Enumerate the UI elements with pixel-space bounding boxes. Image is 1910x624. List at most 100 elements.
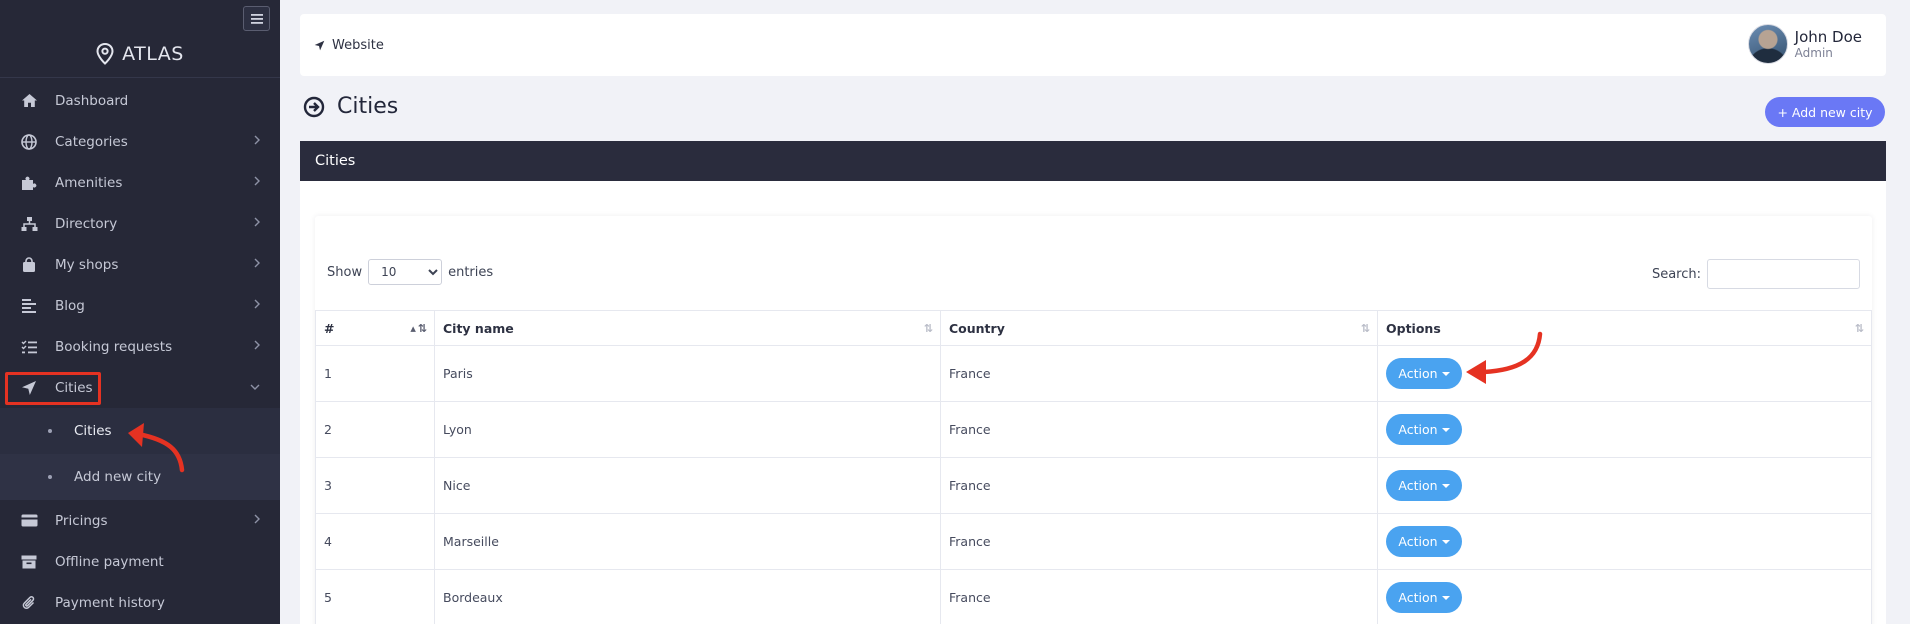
sidebar-item-booking-requests[interactable]: Booking requests (0, 326, 280, 367)
sidebar-item-offline-payment[interactable]: Offline payment (0, 541, 280, 582)
globe-icon (20, 133, 38, 151)
add-new-city-button[interactable]: + Add new city (1765, 97, 1885, 127)
action-dropdown-button[interactable]: Action (1386, 470, 1462, 501)
column-header-label: City name (443, 320, 514, 336)
bullet-icon (48, 475, 52, 479)
sidebar-item-label: Blog (55, 297, 85, 314)
cell-city: Nice (434, 457, 941, 514)
page-title-text: Cities (337, 94, 399, 119)
sidebar-item-blog[interactable]: Blog (0, 285, 280, 326)
sidebar-item-label: Directory (55, 215, 118, 232)
sidebar: ATLAS Dashboard Categories Amenities Dir… (0, 0, 280, 624)
sitemap-icon (20, 215, 38, 233)
submenu-item-label: Add new city (74, 469, 162, 485)
action-label: Action (1398, 534, 1438, 549)
datatable-wrapper: Show 10 entries Search: # ▴ ⇅ City name ⇅ … (315, 216, 1872, 624)
column-header-options[interactable]: Options ⇅ (1377, 310, 1872, 346)
sidebar-item-amenities[interactable]: Amenities (0, 162, 280, 203)
submenu-item-cities[interactable]: Cities (0, 408, 280, 454)
topbar: Website John Doe Admin (300, 14, 1886, 76)
sort-asc-icon: ▴ ⇅ (410, 322, 427, 335)
sidebar-item-pricings[interactable]: Pricings (0, 500, 280, 541)
card-body: Show 10 entries Search: # ▴ ⇅ City name ⇅ … (300, 181, 1886, 624)
website-link[interactable]: Website (314, 38, 384, 53)
sidebar-nav: Dashboard Categories Amenities Directory… (0, 80, 280, 623)
search-label: Search: (1651, 266, 1701, 282)
chevron-right-icon (254, 340, 260, 350)
user-menu[interactable]: John Doe Admin (1747, 24, 1862, 64)
chevron-right-icon (254, 135, 260, 145)
sidebar-item-label: Booking requests (55, 338, 173, 355)
home-icon (20, 92, 38, 110)
sidebar-item-label: Cities (55, 379, 93, 396)
sort-icon: ⇅ (1360, 322, 1370, 335)
avatar[interactable] (1747, 24, 1788, 64)
brand-name: ATLAS (122, 42, 184, 65)
cell-id: 5 (315, 569, 435, 624)
action-label: Action (1398, 590, 1438, 605)
cell-options: Action (1377, 569, 1872, 624)
cell-country: France (940, 513, 1378, 570)
sidebar-item-my-shops[interactable]: My shops (0, 244, 280, 285)
cell-city: Marseille (434, 513, 941, 570)
chevron-right-icon (254, 514, 260, 524)
cell-options: Action (1377, 457, 1872, 514)
cell-id: 3 (315, 457, 435, 514)
table-row: 5 Bordeaux France Action (315, 569, 1872, 624)
action-dropdown-button[interactable]: Action (1386, 526, 1462, 557)
cell-country: France (940, 457, 1378, 514)
sidebar-item-directory[interactable]: Directory (0, 203, 280, 244)
sidebar-item-label: Dashboard (55, 92, 129, 109)
search-input[interactable] (1707, 259, 1860, 289)
bullet-icon (48, 429, 52, 433)
chevron-right-icon (254, 217, 260, 227)
chevron-down-icon (250, 384, 260, 390)
cell-options: Action (1377, 401, 1872, 458)
credit-card-icon (20, 512, 38, 530)
column-header-id[interactable]: # ▴ ⇅ (315, 310, 435, 346)
entries-control: Show 10 entries (327, 259, 493, 285)
table-header-row: # ▴ ⇅ City name ⇅ Country ⇅ Options ⇅ (315, 310, 1872, 346)
submenu-item-add-new-city[interactable]: Add new city (0, 454, 280, 500)
cell-country: France (940, 401, 1378, 458)
cities-submenu: Cities Add new city (0, 408, 280, 500)
sidebar-item-payment-history[interactable]: Payment history (0, 582, 280, 623)
table-row: 4 Marseille France Action (315, 513, 1872, 570)
column-header-city-name[interactable]: City name ⇅ (434, 310, 941, 346)
sidebar-toggle-button[interactable] (243, 6, 270, 31)
website-link-label: Website (332, 38, 384, 53)
user-role: Admin (1794, 45, 1833, 60)
brand-logo[interactable]: ATLAS (0, 30, 280, 78)
chevron-right-icon (254, 258, 260, 268)
sidebar-item-label: Pricings (55, 512, 108, 529)
cities-table: # ▴ ⇅ City name ⇅ Country ⇅ Options ⇅ 1 Pari… (315, 310, 1872, 624)
page-title: Cities (303, 94, 398, 119)
sidebar-item-dashboard[interactable]: Dashboard (0, 80, 280, 121)
column-header-country[interactable]: Country ⇅ (940, 310, 1378, 346)
action-label: Action (1398, 478, 1438, 493)
action-dropdown-button[interactable]: Action (1386, 414, 1462, 445)
submenu-item-label: Cities (74, 423, 112, 439)
caret-down-icon (1441, 427, 1450, 432)
sidebar-item-categories[interactable]: Categories (0, 121, 280, 162)
card-title: Cities (315, 153, 356, 169)
entries-label: entries (448, 264, 494, 280)
cell-country: France (940, 569, 1378, 624)
chevron-right-icon (254, 176, 260, 186)
shopping-bag-icon (20, 256, 38, 274)
hamburger-icon (250, 13, 263, 24)
column-header-label: # (324, 320, 335, 336)
sidebar-item-label: Offline payment (55, 553, 164, 570)
cell-id: 2 (315, 401, 435, 458)
show-label: Show (327, 264, 363, 280)
cell-city: Bordeaux (434, 569, 941, 624)
action-label: Action (1398, 422, 1438, 437)
caret-down-icon (1441, 371, 1450, 376)
cell-city: Lyon (434, 401, 941, 458)
entries-select[interactable]: 10 (368, 259, 443, 285)
action-dropdown-button[interactable]: Action (1386, 582, 1462, 613)
action-dropdown-button[interactable]: Action (1386, 358, 1462, 389)
column-header-label: Options (1386, 320, 1441, 336)
sidebar-item-cities[interactable]: Cities (0, 367, 280, 408)
sidebar-item-label: My shops (55, 256, 119, 273)
